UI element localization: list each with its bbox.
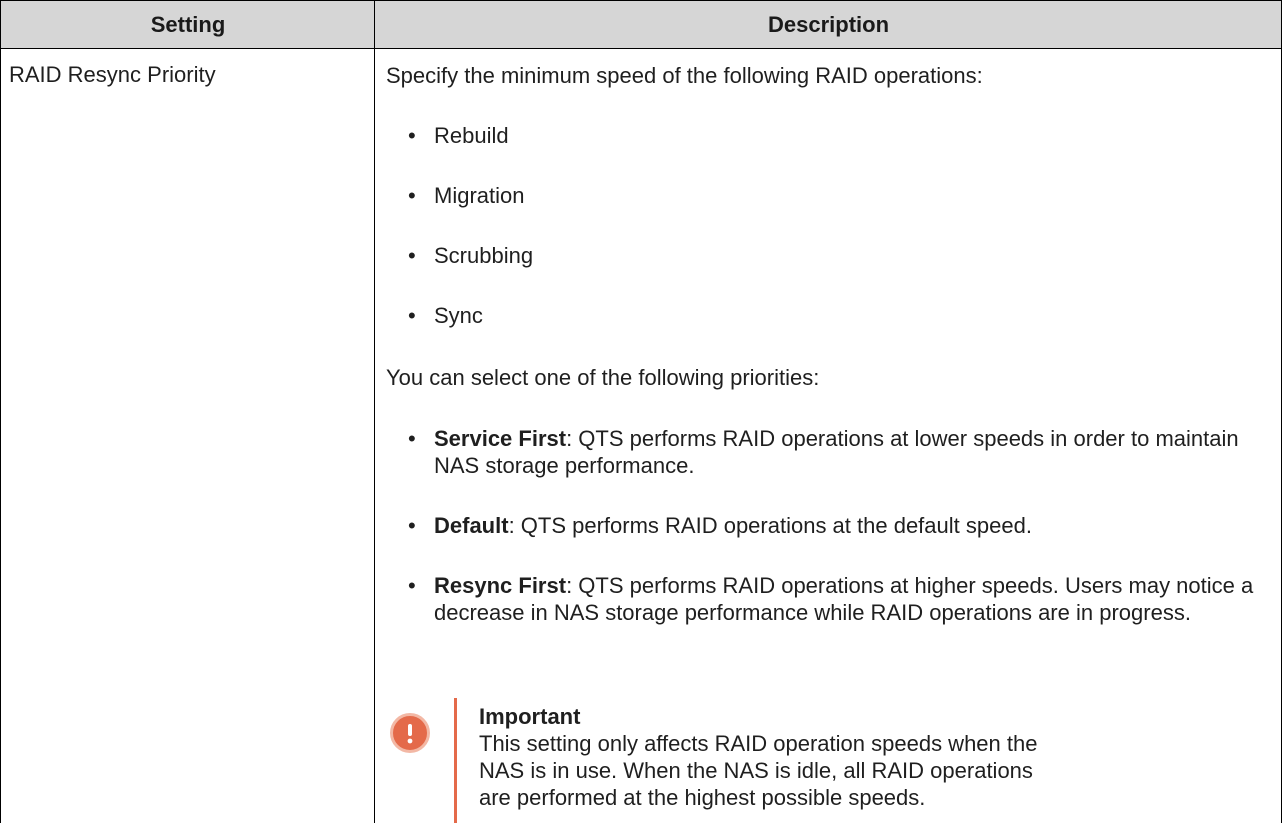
priority-term: Service First xyxy=(434,426,567,451)
table-border-left xyxy=(0,0,1,823)
note-title: Important xyxy=(479,704,581,729)
table-header-row: Setting Description xyxy=(0,0,1282,49)
operation-label: Migration xyxy=(434,183,525,208)
note-line: NAS is in use. When the NAS is idle, all… xyxy=(479,758,1033,783)
list-item: • Migration xyxy=(408,183,525,208)
header-setting: Setting xyxy=(150,12,226,37)
operation-label: Rebuild xyxy=(434,123,509,148)
list-item: • Resync First: QTS performs RAID operati… xyxy=(408,573,1254,625)
list-item: • Sync xyxy=(408,303,483,328)
list-item: • Scrubbing xyxy=(408,243,534,268)
priorities-intro: You can select one of the following prio… xyxy=(386,365,820,390)
description-intro: Specify the minimum speed of the followi… xyxy=(386,63,983,88)
list-item: • Service First: QTS performs RAID operat… xyxy=(408,426,1239,478)
note-line: are performed at the highest possible sp… xyxy=(479,785,926,810)
setting-name: RAID Resync Priority xyxy=(9,62,216,87)
list-item: • Default: QTS performs RAID operations a… xyxy=(408,513,1032,538)
note-accent-bar xyxy=(454,698,457,823)
note-line: This setting only affects RAID operation… xyxy=(479,731,1038,756)
priority-desc: : QTS performs RAID operations at the de… xyxy=(508,513,1032,538)
operation-label: Sync xyxy=(434,303,483,328)
note-body: Important This setting only affects RAID… xyxy=(479,703,1079,811)
description-cell: Specify the minimum speed of the followi… xyxy=(386,62,1276,626)
important-icon xyxy=(390,713,430,753)
settings-table: Setting Description RAID Resync Priority… xyxy=(0,0,1282,823)
table-column-divider xyxy=(374,0,375,823)
priority-term: Default xyxy=(434,513,509,538)
header-description: Description xyxy=(767,12,890,37)
important-note: Important This setting only affects RAID… xyxy=(386,698,1276,823)
priority-term: Resync First xyxy=(434,573,567,598)
operation-label: Scrubbing xyxy=(434,243,534,268)
list-item: • Rebuild xyxy=(408,123,509,148)
